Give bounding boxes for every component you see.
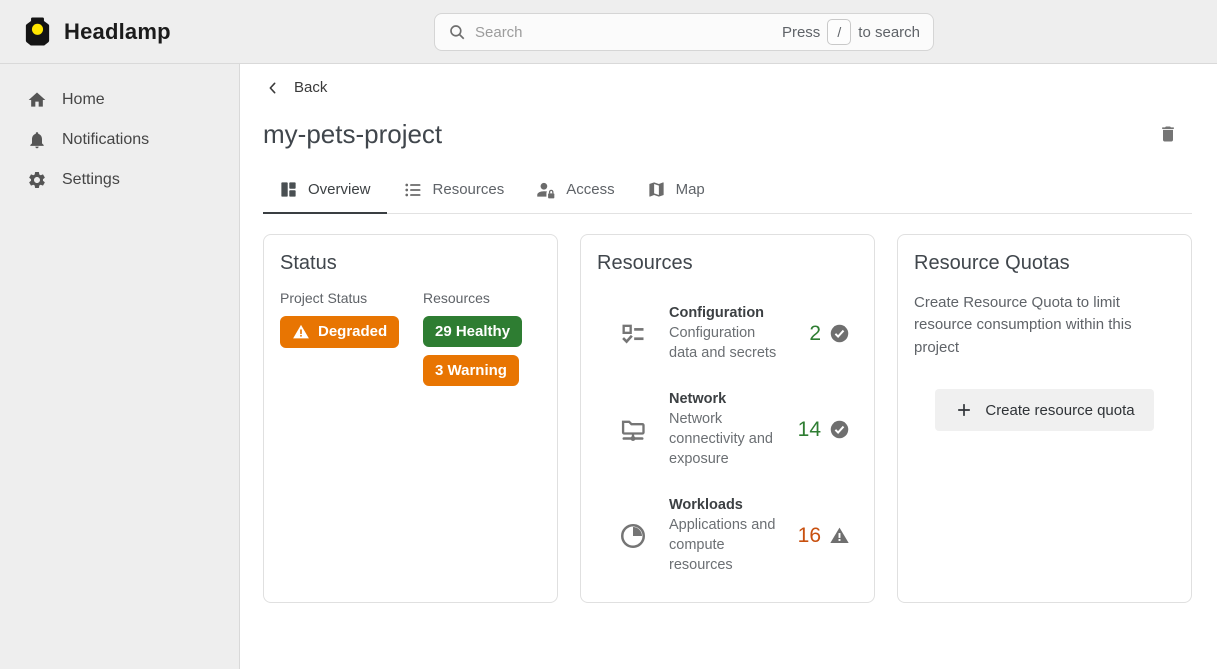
- resource-row-network[interactable]: Network Network connectivity and exposur…: [597, 391, 858, 469]
- resource-count: 16: [798, 524, 821, 548]
- check-circle-icon: [829, 323, 850, 344]
- pie-chart-icon: [618, 521, 648, 551]
- resources-status-label: Resources: [423, 290, 522, 306]
- resource-count: 2: [809, 322, 821, 346]
- search-icon: [448, 23, 466, 41]
- tab-resources[interactable]: Resources: [387, 172, 521, 213]
- folder-network-icon: [619, 416, 647, 444]
- status-card-title: Status: [280, 252, 541, 275]
- status-badge-text: 3 Warning: [435, 362, 507, 379]
- hint-press-text: Press: [782, 24, 820, 41]
- resource-row-configuration[interactable]: Configuration Configuration data and sec…: [597, 305, 858, 363]
- dashboard-icon: [279, 180, 298, 199]
- create-resource-quota-label: Create resource quota: [985, 402, 1134, 419]
- tab-map[interactable]: Map: [631, 172, 721, 213]
- search-shortcut-hint: Press / to search: [782, 19, 920, 45]
- check-circle-icon: [829, 419, 850, 440]
- tab-label: Overview: [308, 181, 371, 198]
- sidebar-item-home[interactable]: Home: [0, 80, 239, 120]
- warning-triangle-icon: [829, 525, 850, 546]
- resources-card: Resources Configuration: [580, 234, 875, 603]
- warning-icon: [292, 323, 310, 341]
- headlamp-logo-icon: [22, 16, 53, 47]
- app-header: Headlamp Press / to search: [0, 0, 1217, 64]
- resource-name: Workloads: [669, 497, 787, 513]
- status-badge-text: Degraded: [318, 323, 387, 340]
- search-input[interactable]: [475, 24, 773, 41]
- project-tabs: Overview Resources Access: [263, 172, 1192, 214]
- sidebar-item-settings[interactable]: Settings: [0, 160, 239, 200]
- page-title: my-pets-project: [263, 119, 442, 150]
- tab-label: Resources: [433, 181, 505, 198]
- resource-name: Network: [669, 391, 787, 407]
- status-badge-degraded: Degraded: [280, 316, 399, 348]
- back-label: Back: [294, 79, 327, 96]
- resource-quotas-card-title: Resource Quotas: [914, 252, 1175, 275]
- tab-overview[interactable]: Overview: [263, 172, 387, 213]
- app-logo[interactable]: Headlamp: [0, 16, 171, 47]
- tab-label: Map: [676, 181, 705, 198]
- app-name: Headlamp: [64, 19, 171, 45]
- bell-icon: [27, 130, 47, 150]
- status-badge-healthy: 29 Healthy: [423, 316, 522, 347]
- list-icon: [403, 180, 423, 200]
- home-icon: [27, 90, 47, 110]
- sidebar-item-notifications[interactable]: Notifications: [0, 120, 239, 160]
- project-status-label: Project Status: [280, 290, 405, 306]
- map-icon: [647, 180, 666, 199]
- sidebar-item-label: Notifications: [62, 131, 149, 149]
- resource-quotas-description: Create Resource Quota to limit resource …: [914, 292, 1175, 360]
- resource-row-workloads[interactable]: Workloads Applications and compute resou…: [597, 497, 858, 575]
- slash-keycap: /: [827, 19, 851, 45]
- hint-suffix-text: to search: [858, 24, 920, 41]
- create-resource-quota-button[interactable]: Create resource quota: [935, 389, 1153, 431]
- trash-icon: [1158, 124, 1178, 144]
- resource-quotas-card: Resource Quotas Create Resource Quota to…: [897, 234, 1192, 603]
- gear-icon: [27, 170, 47, 190]
- tab-label: Access: [566, 181, 614, 198]
- status-badge-text: 29 Healthy: [435, 323, 510, 340]
- back-button[interactable]: Back: [263, 76, 329, 99]
- tab-access[interactable]: Access: [520, 172, 630, 213]
- resource-count: 14: [798, 418, 821, 442]
- resource-description: Configuration data and secrets: [669, 323, 787, 363]
- sidebar-item-label: Settings: [62, 171, 120, 189]
- resource-description: Network connectivity and exposure: [669, 409, 787, 469]
- chevron-left-icon: [265, 80, 281, 96]
- status-card: Status Project Status Degraded: [263, 234, 558, 603]
- sidebar: Home Notifications Settings: [0, 64, 240, 669]
- delete-project-button[interactable]: [1154, 120, 1182, 148]
- status-badge-warning: 3 Warning: [423, 355, 519, 386]
- global-search-bar[interactable]: Press / to search: [434, 13, 934, 51]
- person-lock-icon: [536, 180, 556, 200]
- resource-description: Applications and compute resources: [669, 515, 787, 575]
- checklist-icon: [619, 320, 647, 348]
- sidebar-item-label: Home: [62, 91, 105, 109]
- resources-card-title: Resources: [597, 252, 858, 275]
- plus-icon: [954, 400, 974, 420]
- main-content: Back my-pets-project Overview: [240, 64, 1217, 669]
- resource-name: Configuration: [669, 305, 787, 321]
